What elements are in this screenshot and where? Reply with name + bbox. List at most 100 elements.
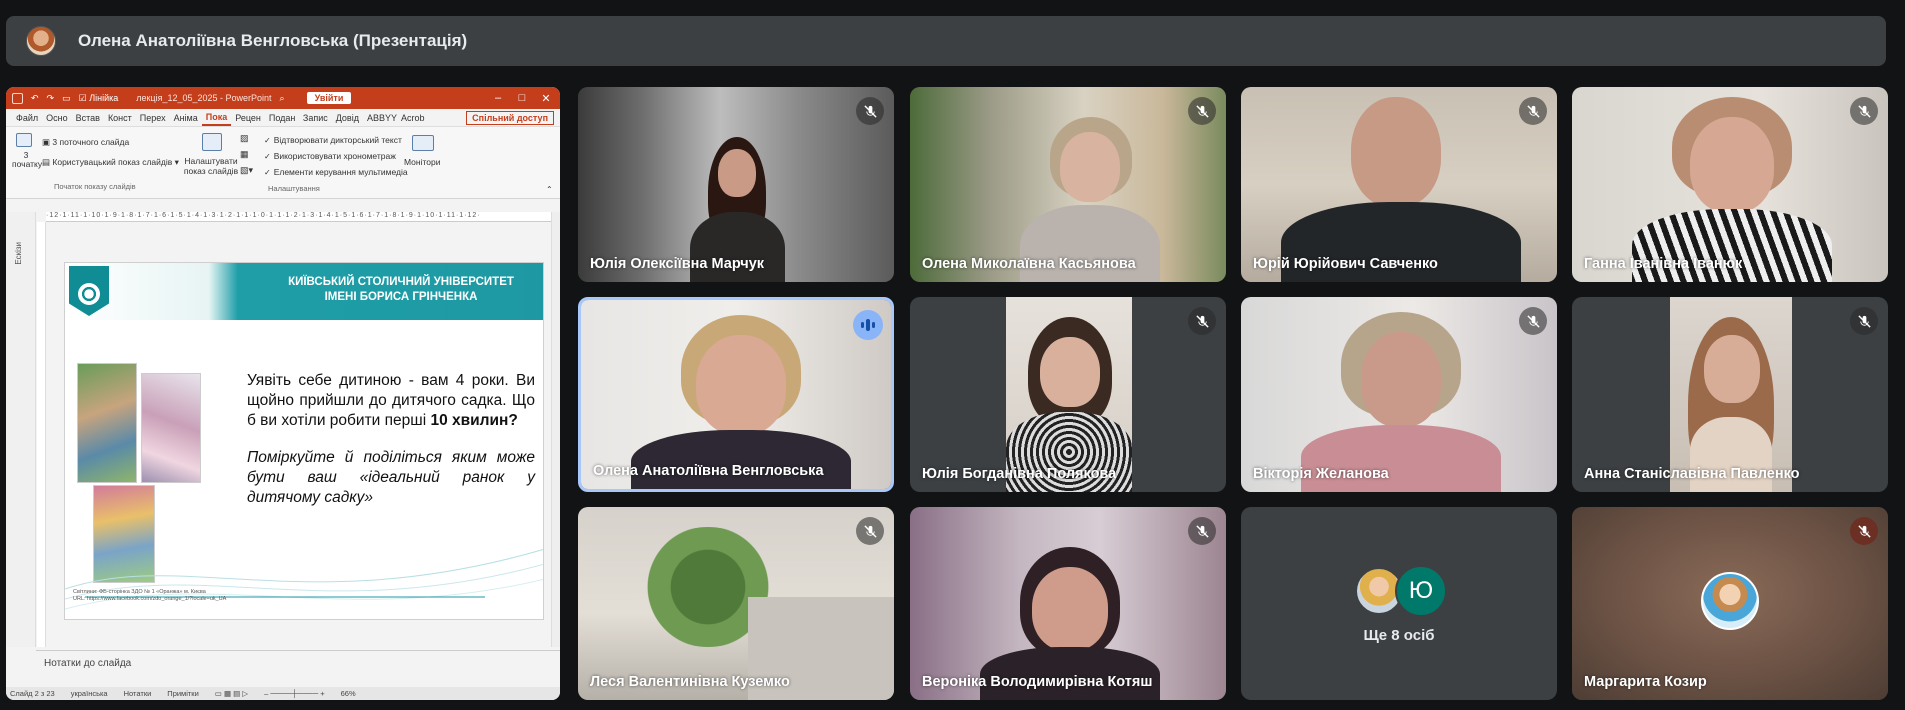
notes-toggle[interactable]: Нотатки bbox=[124, 689, 152, 698]
rehearse-icon[interactable]: ▨ bbox=[240, 133, 249, 144]
narration-checkbox[interactable]: Відтворювати дикторський текст bbox=[264, 135, 402, 145]
participant-tile[interactable]: Маргарита Козир bbox=[1572, 507, 1888, 700]
credit-line-2: URL: https://www.facebook.com/zdo_orange… bbox=[73, 596, 227, 602]
doc-title: лекція_12_05_2025 - PowerPoint bbox=[136, 93, 272, 103]
participant-face bbox=[1040, 337, 1100, 407]
save-icon[interactable] bbox=[12, 92, 23, 104]
kindergarten-photo-2 bbox=[141, 373, 201, 483]
tab-review[interactable]: Рецен bbox=[231, 111, 265, 125]
participant-video bbox=[581, 300, 891, 489]
close-icon[interactable]: ✕ bbox=[538, 92, 554, 105]
clear-icon[interactable]: ▧▾ bbox=[240, 165, 253, 176]
participant-video bbox=[1241, 297, 1557, 492]
ribbon: 3 початку ▣ 3 поточного слайда ▤ Користу… bbox=[6, 127, 560, 199]
minimize-icon[interactable]: – bbox=[490, 92, 506, 104]
others-tile[interactable]: Ю Ще 8 осіб bbox=[1241, 507, 1557, 700]
participant-video bbox=[578, 507, 894, 700]
language-indicator[interactable]: українська bbox=[71, 689, 108, 698]
participant-name: Вікторія Желанова bbox=[1253, 466, 1389, 482]
collapse-ribbon-icon[interactable]: ⌃ bbox=[546, 185, 553, 194]
participant-avatar bbox=[1701, 572, 1759, 630]
participant-video bbox=[1572, 507, 1888, 700]
group-setup-label: Налаштування bbox=[268, 184, 320, 193]
participant-video bbox=[578, 87, 894, 282]
participant-tile[interactable]: Юлія Богданівна Полякова bbox=[910, 297, 1226, 492]
mic-off-icon bbox=[1188, 97, 1216, 125]
participant-tile[interactable]: Юрій Юрійович Савченко bbox=[1241, 87, 1557, 282]
media-controls-checkbox[interactable]: Елементи керування мультимедіа bbox=[264, 167, 408, 177]
slide-counter: Слайд 2 з 23 bbox=[10, 689, 55, 698]
tab-slideshow[interactable]: Пока bbox=[201, 110, 232, 126]
participant-video bbox=[1670, 297, 1792, 492]
redo-icon[interactable]: ↷ bbox=[47, 93, 55, 104]
others-avatar-initial: Ю bbox=[1395, 565, 1447, 617]
tab-home[interactable]: Осно bbox=[42, 111, 71, 125]
view-normal-icon[interactable]: ▭ ▦ ▤ ▷ bbox=[215, 689, 248, 698]
maximize-icon[interactable]: □ bbox=[514, 92, 530, 104]
participant-video bbox=[910, 87, 1226, 282]
participant-tile-speaking[interactable]: Олена Анатоліївна Венгловська bbox=[578, 297, 894, 492]
university-line-1: КИЇВСЬКИЙ СТОЛИЧНИЙ УНІВЕРСИТЕТ bbox=[288, 276, 514, 288]
participant-name: Юлія Олексіївна Марчук bbox=[590, 256, 765, 272]
monitor-icon[interactable] bbox=[412, 135, 434, 151]
tab-design[interactable]: Конст bbox=[104, 111, 136, 125]
participant-tile[interactable]: Леся Валентинівна Куземко bbox=[578, 507, 894, 700]
zoom-slider[interactable]: – ────┼──── + bbox=[264, 689, 325, 698]
mic-off-icon bbox=[856, 97, 884, 125]
setup-show-button[interactable]: Налаштувати показ слайдів bbox=[178, 156, 244, 176]
tab-abbyy[interactable]: ABBYY bbox=[363, 111, 397, 125]
from-start-button[interactable]: 3 початку bbox=[12, 151, 42, 169]
tab-insert[interactable]: Встав bbox=[72, 111, 104, 125]
photo-credit: Світлини: ФБ-сторінка ЗДО № 1 «Оранжа» м… bbox=[73, 589, 273, 603]
speaking-indicator-icon bbox=[853, 310, 883, 340]
tab-file[interactable]: Файл bbox=[12, 111, 42, 125]
ruler-checkbox[interactable]: ☑ Лінійка bbox=[79, 93, 119, 104]
thumbnails-pane[interactable]: Ескізи bbox=[6, 212, 36, 647]
participant-name: Олена Миколаївна Касьянова bbox=[922, 256, 1136, 272]
comments-toggle[interactable]: Примітки bbox=[167, 689, 198, 698]
participant-tile[interactable]: Олена Миколаївна Касьянова bbox=[910, 87, 1226, 282]
setup-show-icon[interactable] bbox=[202, 133, 222, 151]
tab-record[interactable]: Запис bbox=[299, 111, 332, 125]
participant-tile[interactable]: Вероніка Володимирівна Котяш bbox=[910, 507, 1226, 700]
tab-view[interactable]: Подан bbox=[265, 111, 299, 125]
participant-video bbox=[1572, 87, 1888, 282]
participant-video bbox=[910, 507, 1226, 700]
participant-tile[interactable]: Анна Станіславівна Павленко bbox=[1572, 297, 1888, 492]
tab-acrobat[interactable]: Acrob bbox=[397, 111, 429, 125]
participant-name: Леся Валентинівна Куземко bbox=[590, 674, 790, 690]
record-icon[interactable]: ▦ bbox=[240, 149, 249, 160]
timings-checkbox[interactable]: Використовувати хронометраж bbox=[264, 151, 396, 161]
tab-help[interactable]: Довід bbox=[332, 111, 363, 125]
presenter-title: Олена Анатоліївна Венгловська (Презентац… bbox=[78, 31, 468, 50]
mic-off-icon bbox=[1519, 97, 1547, 125]
ribbon-tabs: Файл Осно Встав Конст Перех Аніма Пока Р… bbox=[6, 109, 560, 127]
notes-placeholder[interactable]: Нотатки до слайда bbox=[44, 658, 131, 669]
participant-tile[interactable]: Ганна Іванівна Іванюк bbox=[1572, 87, 1888, 282]
slide-prompt-text: Поміркуйте й поділіться яким може бути в… bbox=[247, 449, 535, 506]
participant-face bbox=[1361, 332, 1441, 427]
mic-off-icon bbox=[1519, 307, 1547, 335]
present-icon[interactable]: ▭ bbox=[62, 93, 71, 104]
search-icon[interactable]: ⌕ bbox=[280, 93, 285, 104]
participant-tile[interactable]: Вікторія Желанова bbox=[1241, 297, 1557, 492]
participant-face bbox=[1690, 117, 1774, 213]
share-button[interactable]: Спільний доступ bbox=[466, 110, 554, 125]
mic-off-icon bbox=[1850, 307, 1878, 335]
slide-canvas[interactable]: КИЇВСЬКИЙ СТОЛИЧНИЙ УНІВЕРСИТЕТ ІМЕНІ БО… bbox=[64, 262, 544, 620]
participant-name: Маргарита Козир bbox=[1584, 674, 1707, 690]
zoom-level[interactable]: 66% bbox=[341, 689, 356, 698]
from-current-button[interactable]: ▣ 3 поточного слайда bbox=[42, 137, 129, 148]
undo-icon[interactable]: ↶ bbox=[31, 93, 39, 104]
play-from-start-icon[interactable] bbox=[16, 133, 32, 147]
participant-name: Анна Станіславівна Павленко bbox=[1584, 466, 1800, 482]
monitors-button[interactable]: Монітори bbox=[404, 157, 441, 167]
tab-animations[interactable]: Аніма bbox=[170, 111, 202, 125]
participant-tile[interactable]: Юлія Олексіївна Марчук bbox=[578, 87, 894, 282]
tab-transitions[interactable]: Перех bbox=[136, 111, 170, 125]
login-button[interactable]: Увійти bbox=[306, 92, 352, 104]
custom-show-button[interactable]: ▤ Користувацький показ слайдів ▾ bbox=[42, 157, 179, 168]
thumbnails-label: Ескізи bbox=[14, 242, 23, 265]
vertical-scrollbar[interactable] bbox=[551, 212, 560, 647]
participant-name: Вероніка Володимирівна Котяш bbox=[922, 674, 1153, 690]
